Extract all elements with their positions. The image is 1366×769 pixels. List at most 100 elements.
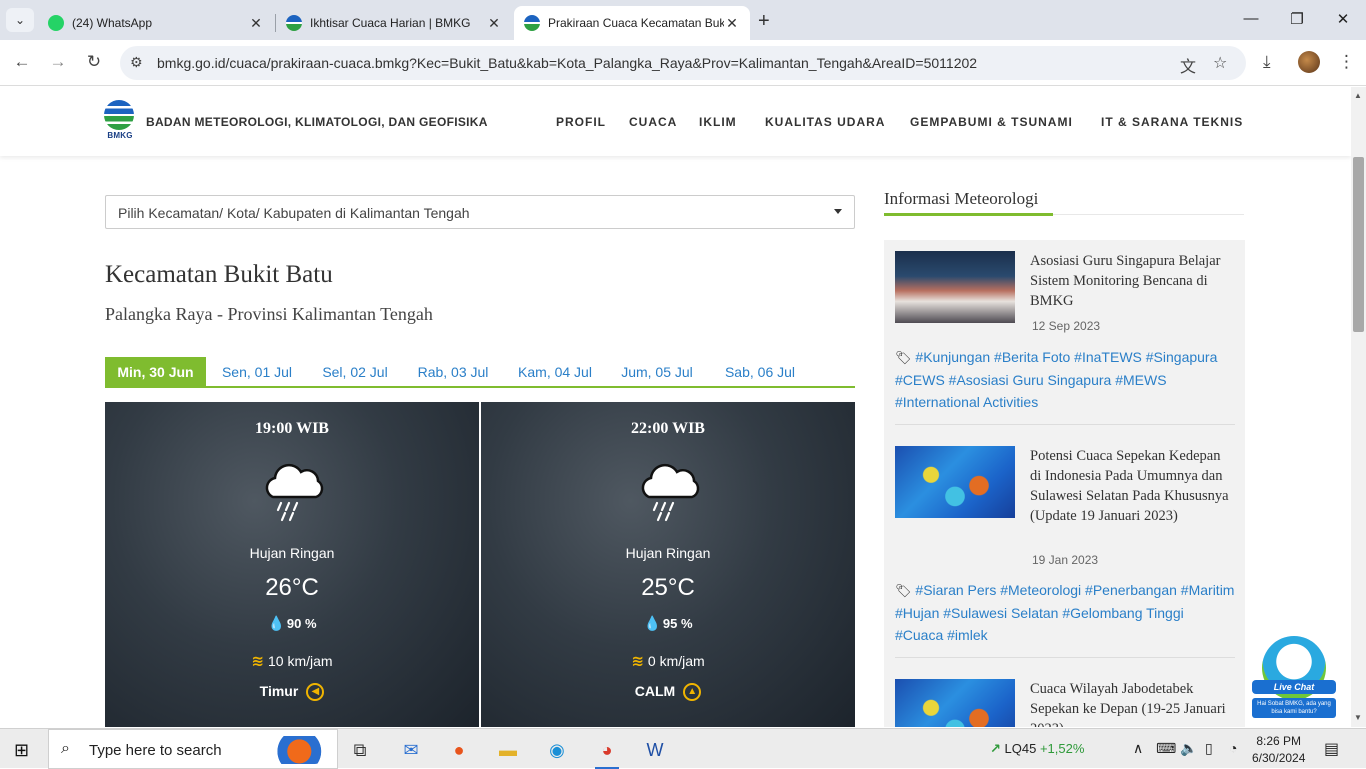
browser-toolbar: ← → ↻ ⚙ bmkg.go.id/cuaca/prakiraan-cuaca… [0,40,1366,86]
battery-icon[interactable]: ▯ [1205,740,1213,757]
news-thumbnail[interactable] [895,446,1015,518]
live-chat-widget[interactable]: Live Chat Hai Sobat BMKG, ada yang bisa … [1252,636,1336,720]
site-header: BMKG BADAN METEOROLOGI, KLIMATOLOGI, DAN… [0,87,1351,156]
news-title[interactable]: Asosiasi Guru Singapura Belajar Sistem M… [1030,251,1235,311]
nav-iklim[interactable]: IKLIM [699,115,737,129]
tab-day-0[interactable]: Min, 30 Jun [105,357,206,386]
scroll-up-icon[interactable]: ▲ [1354,91,1362,100]
nav-it-sarana-teknis[interactable]: IT & SARANA TEKNIS [1101,115,1243,129]
nav-profil[interactable]: PROFIL [556,115,606,129]
close-tab-icon[interactable]: ✕ [486,15,502,32]
bmkg-favicon-icon [524,15,540,31]
forecast-condition: Hujan Ringan [625,545,711,561]
site-settings-icon[interactable]: ⚙ [130,54,143,71]
windows-taskbar: ⊞ ⌕ Type here to search ⧉ ✉ ● ▬ ◉ ◕ W ↗ … [0,728,1366,769]
translate-icon[interactable]: 文 [1180,53,1196,77]
news-thumbnail[interactable] [895,679,1015,727]
news-thumbnail[interactable] [895,251,1015,323]
windows-start-icon[interactable]: ⊞ [14,740,29,761]
stock-symbol: LQ45 [1004,741,1037,756]
tab-day-2[interactable]: Sel, 02 Jul [315,357,395,386]
location-title: Kecamatan Bukit Batu [105,261,333,288]
tab-search-button[interactable]: ⌄ [6,8,34,32]
bookmark-star-icon[interactable]: ☆ [1213,53,1227,73]
tag-icon: 🏷 [895,350,912,365]
sidebar-title-accent [884,213,1053,216]
mail-icon[interactable]: ✉ [393,735,429,765]
tab-day-5[interactable]: Jum, 05 Jul [617,357,697,386]
page-scrollbar[interactable]: ▲ ▼ [1351,87,1366,727]
taskbar-search[interactable]: ⌕ Type here to search [48,729,338,769]
news-panel: Asosiasi Guru Singapura Belajar Sistem M… [884,240,1245,727]
notification-icon[interactable]: ▤ [1324,739,1339,759]
url-text[interactable]: bmkg.go.id/cuaca/prakiraan-cuaca.bmkg?Ke… [157,55,977,71]
chevron-up-icon[interactable]: ∧ [1133,740,1143,757]
search-icon: ⌕ [61,740,70,757]
tab-prakiraan-cuaca[interactable]: Prakiraan Cuaca Kecamatan Bukit Batu ✕ [514,6,750,40]
news-tags-text[interactable]: #Kunjungan #Berita Foto #InaTEWS #Singap… [895,349,1217,410]
minimize-icon[interactable]: — [1241,10,1261,27]
humidity-value: 95 % [662,616,693,631]
forward-arrow-icon[interactable]: → [46,52,70,72]
restore-icon[interactable]: ❐ [1287,10,1307,28]
bmkg-globe-icon [104,100,134,130]
news-divider [895,424,1235,425]
tab-title: (24) WhatsApp [72,16,153,30]
bmkg-logo[interactable]: BMKG [104,100,136,142]
chrome-icon[interactable]: ◕ [589,735,625,769]
close-window-icon[interactable]: ✕ [1333,10,1353,28]
tab-day-4[interactable]: Kam, 04 Jul [515,357,595,386]
forecast-humidity: 💧 95 % [481,615,855,632]
scrollbar-thumb[interactable] [1353,157,1364,332]
download-icon[interactable]: ⤓ [1263,52,1271,72]
back-arrow-icon[interactable]: ← [10,52,34,72]
system-clock[interactable]: 8:26 PM 6/30/2024 [1252,733,1305,767]
file-explorer-icon[interactable]: ▬ [490,735,526,765]
edge-icon[interactable]: ◉ [539,735,575,765]
scroll-down-icon[interactable]: ▼ [1354,713,1362,722]
tab-day-6[interactable]: Sab, 06 Jul [720,357,800,386]
arrow-left-icon: ◀ [306,683,325,702]
close-tab-icon[interactable]: ✕ [248,15,264,32]
nav-kualitas-udara[interactable]: KUALITAS UDARA [765,115,885,129]
address-bar[interactable]: ⚙ bmkg.go.id/cuaca/prakiraan-cuaca.bmkg?… [120,46,1246,80]
live-chat-label: Live Chat [1252,680,1336,694]
input-method-icon[interactable]: ⌨ [1156,740,1176,757]
location-select[interactable]: Pilih Kecamatan/ Kota/ Kabupaten di Kali… [105,195,855,229]
forecast-wind-direction: CALM ▲ [481,683,855,702]
search-highlight-icon [263,736,329,764]
news-tags-text[interactable]: #Siaran Pers #Meteorologi #Penerbangan #… [895,582,1234,643]
rain-cloud-icon [265,463,324,522]
wind-direction-value: Timur [259,683,299,699]
forecast-card: 19:00 WIB Hujan Ringan 26°C 💧 90 % ≋ 10 km… [105,402,479,727]
forecast-wind-direction: Timur ◀ [105,683,479,702]
nav-gempabumi-tsunami[interactable]: GEMPABUMI & TSUNAMI [910,115,1073,129]
news-title[interactable]: Cuaca Wilayah Jabodetabek Sepekan ke Dep… [1030,679,1235,727]
close-tab-icon[interactable]: ✕ [724,15,740,32]
firefox-icon[interactable]: ● [441,735,477,765]
news-divider [895,657,1235,658]
forecast-temperature: 25°C [641,574,695,601]
volume-icon[interactable]: 🔈 [1180,740,1197,757]
stock-widget[interactable]: ↗ LQ45 +1,52% [990,741,1084,757]
org-name[interactable]: BADAN METEOROLOGI, KLIMATOLOGI, DAN GEOF… [146,115,488,129]
word-icon[interactable]: W [637,735,673,765]
tab-whatsapp[interactable]: (24) WhatsApp ✕ [38,6,274,40]
tab-day-3[interactable]: Rab, 03 Jul [413,357,493,386]
tab-day-1[interactable]: Sen, 01 Jul [217,357,297,386]
tab-bmkg-ikhtisar[interactable]: Ikhtisar Cuaca Harian | BMKG ✕ [276,6,512,40]
profile-avatar[interactable] [1298,51,1320,73]
tab-title: Prakiraan Cuaca Kecamatan Bukit Batu [548,16,724,30]
nav-cuaca[interactable]: CUACA [629,115,677,129]
wifi-icon[interactable]: ◔ [1229,740,1237,756]
kebab-menu-icon[interactable]: ⋮ [1338,52,1355,72]
news-title[interactable]: Potensi Cuaca Sepekan Kedepan di Indones… [1030,446,1235,526]
taskbar-search-placeholder: Type here to search [89,742,222,759]
wind-icon: ≋ [251,653,264,670]
live-chat-note: Hai Sobat BMKG, ada yang bisa kami bantu… [1252,698,1336,718]
new-tab-icon[interactable]: + [758,10,770,33]
news-date: 19 Jan 2023 [1032,553,1099,567]
reload-icon[interactable]: ↻ [82,52,106,72]
task-view-icon[interactable]: ⧉ [342,735,378,765]
forecast-wind: ≋ 10 km/jam [105,652,479,670]
